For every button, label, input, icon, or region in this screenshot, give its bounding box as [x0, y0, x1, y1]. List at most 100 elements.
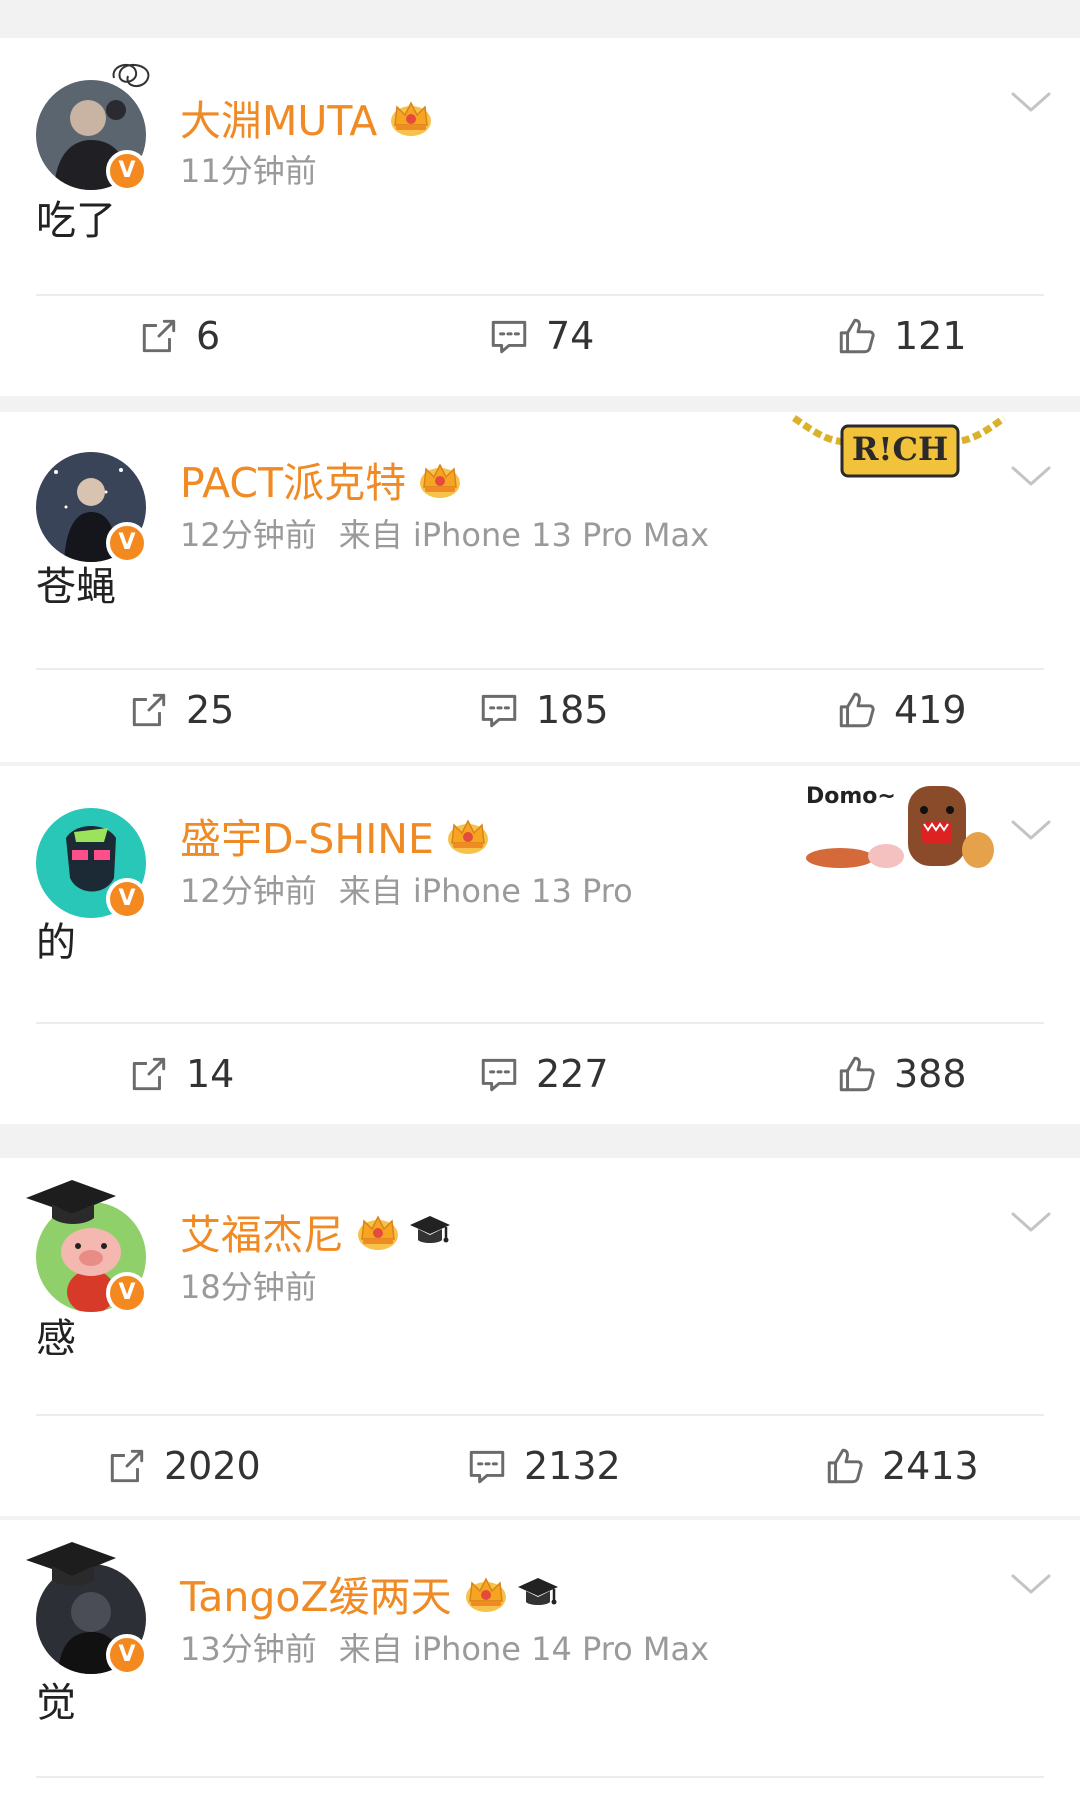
action-bar: 2020 2132 2413 [0, 1426, 1080, 1506]
post-time: 12分钟前 [180, 516, 317, 554]
graduation-hat-decoration-icon [26, 1180, 116, 1224]
username-row: PACT派克特 [180, 454, 464, 507]
post-card: V PACT派克特 12分钟前 来自 iPhone 13 Pro Max R!CH… [0, 412, 1080, 762]
like-button[interactable]: 419 [836, 670, 967, 750]
post-source: 来自 iPhone 14 Pro Max [338, 1630, 710, 1668]
avatar[interactable]: V [36, 452, 148, 564]
username[interactable]: TangoZ缓两天 [180, 1563, 452, 1623]
username[interactable]: PACT派克特 [180, 449, 406, 509]
repost-icon [128, 689, 170, 731]
divider [36, 1414, 1044, 1416]
crown-icon [387, 95, 435, 139]
like-count: 2413 [882, 1444, 979, 1488]
post-meta: 12分钟前 来自 iPhone 13 Pro Max [180, 510, 709, 556]
rich-chain-decoration: R!CH [790, 412, 1010, 484]
repost-count: 14 [186, 1052, 235, 1096]
repost-button[interactable]: 2020 [106, 1426, 261, 1506]
post-content: 感 [36, 1316, 76, 1362]
crown-icon [462, 1571, 510, 1615]
like-count: 388 [894, 1052, 967, 1096]
graduation-hat-decoration-icon [26, 1542, 116, 1586]
username[interactable]: 大淵MUTA [180, 87, 377, 147]
verified-badge-icon: V [106, 878, 148, 920]
chevron-down-icon[interactable] [1010, 1572, 1052, 1596]
domo-character-icon [806, 786, 994, 868]
username-row: 大淵MUTA [180, 92, 435, 145]
post-content: 苍蝇 [36, 564, 116, 610]
username-row: 艾福杰尼 [180, 1206, 452, 1259]
avatar[interactable]: V [26, 1542, 148, 1676]
post-card: V 大淵MUTA 11分钟前 吃了 6 74 121 [0, 38, 1080, 396]
post-meta: 18分钟前 [180, 1262, 317, 1308]
post-content: 的 [36, 920, 76, 966]
domo-decoration: Domo~ [800, 780, 1000, 872]
comment-icon [488, 315, 530, 357]
repost-button[interactable]: 14 [128, 1034, 234, 1114]
comment-button[interactable]: 74 [488, 296, 594, 376]
repost-icon [138, 315, 180, 357]
avatar[interactable]: V [26, 1180, 148, 1314]
post-time: 13分钟前 [180, 1630, 317, 1668]
graduation-cap-icon [408, 1209, 452, 1253]
post-card: V 艾福杰尼 18分钟前 感 2020 2132 2413 [0, 1158, 1080, 1516]
post-source: 来自 iPhone 13 Pro Max [338, 516, 710, 554]
like-button[interactable]: 2413 [824, 1426, 979, 1506]
post-time: 12分钟前 [180, 872, 317, 910]
comment-button[interactable]: 185 [478, 670, 609, 750]
repost-count: 25 [186, 688, 235, 732]
divider [36, 1022, 1044, 1024]
scribble-icon [112, 63, 150, 87]
comment-count: 185 [536, 688, 609, 732]
repost-count: 6 [196, 314, 221, 358]
comment-count: 2132 [524, 1444, 621, 1488]
rich-label: R!CH [851, 430, 949, 468]
comment-icon [478, 689, 520, 731]
repost-count: 2020 [164, 1444, 261, 1488]
repost-button[interactable]: 25 [128, 670, 234, 750]
crown-icon [416, 457, 464, 501]
username[interactable]: 艾福杰尼 [180, 1201, 344, 1261]
action-bar: 14 227 388 [0, 1034, 1080, 1114]
like-icon [836, 689, 878, 731]
crown-icon [444, 813, 492, 857]
comment-count: 227 [536, 1052, 609, 1096]
post-meta: 12分钟前 来自 iPhone 13 Pro [180, 866, 633, 912]
chevron-down-icon[interactable] [1010, 464, 1052, 488]
post-content: 觉 [36, 1680, 76, 1726]
post-card: V TangoZ缓两天 13分钟前 来自 iPhone 14 Pro Max 觉 [0, 1520, 1080, 1803]
action-bar: 25 185 419 [0, 670, 1080, 750]
post-card: V 盛宇D-SHINE 12分钟前 来自 iPhone 13 Pro Domo~ … [0, 766, 1080, 1124]
post-time: 18分钟前 [180, 1268, 317, 1306]
username[interactable]: 盛宇D-SHINE [180, 805, 434, 865]
repost-button[interactable]: 6 [138, 296, 220, 376]
divider [36, 1776, 1044, 1778]
verified-badge-icon: V [106, 1634, 148, 1676]
like-count: 419 [894, 688, 967, 732]
avatar[interactable]: V [36, 808, 148, 920]
verified-badge-icon: V [106, 1272, 148, 1314]
post-time: 11分钟前 [180, 152, 317, 190]
post-content: 吃了 [36, 198, 116, 244]
comment-count: 74 [546, 314, 595, 358]
avatar[interactable]: V [36, 63, 150, 192]
graduation-cap-icon [516, 1571, 560, 1615]
like-icon [824, 1445, 866, 1487]
post-source: 来自 iPhone 13 Pro [338, 872, 633, 910]
chevron-down-icon[interactable] [1010, 1210, 1052, 1234]
like-icon [836, 1053, 878, 1095]
chevron-down-icon[interactable] [1010, 90, 1052, 114]
action-bar: 6 74 121 [0, 296, 1080, 376]
comment-button[interactable]: 2132 [466, 1426, 621, 1506]
like-button[interactable]: 121 [836, 296, 967, 376]
like-button[interactable]: 388 [836, 1034, 967, 1114]
verified-badge-icon: V [106, 150, 148, 192]
username-row: 盛宇D-SHINE [180, 810, 492, 863]
comment-button[interactable]: 227 [478, 1034, 609, 1114]
post-meta: 13分钟前 来自 iPhone 14 Pro Max [180, 1624, 709, 1670]
like-icon [836, 315, 878, 357]
repost-icon [106, 1445, 148, 1487]
chevron-down-icon[interactable] [1010, 818, 1052, 842]
repost-icon [128, 1053, 170, 1095]
comment-icon [478, 1053, 520, 1095]
crown-icon [354, 1209, 402, 1253]
